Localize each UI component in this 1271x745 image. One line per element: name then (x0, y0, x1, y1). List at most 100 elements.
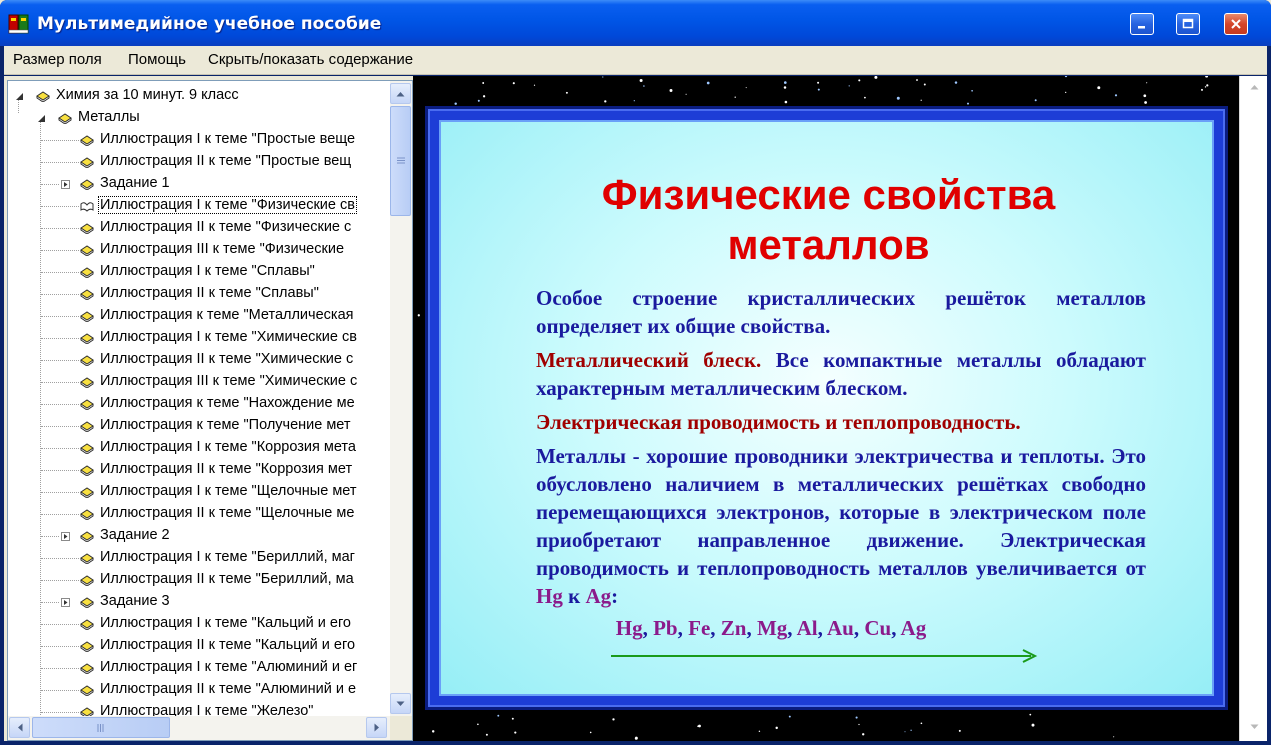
tree-item[interactable]: Иллюстрация I к теме "Алюминий и ег (8, 657, 390, 679)
maximize-button[interactable] (1176, 13, 1200, 35)
book-icon (80, 465, 94, 476)
tree-folder[interactable]: Задание 1 (8, 173, 390, 195)
content-vertical-scrollbar[interactable] (1239, 76, 1267, 741)
contents-tree-panel: Химия за 10 минут. 9 класс Металлы Иллюс… (7, 80, 413, 741)
star-dot (669, 89, 673, 92)
star-dot (512, 82, 515, 85)
tree-item[interactable]: Иллюстрация I к теме "Сплавы" (8, 261, 390, 283)
star-dot (482, 95, 486, 98)
vertical-scroll-thumb[interactable] (390, 106, 411, 216)
minimize-button[interactable] (1130, 13, 1154, 35)
menu-toggle-contents[interactable]: Скрыть/показать содержание (208, 51, 413, 68)
star-dot (417, 314, 420, 317)
tree-item[interactable]: Иллюстрация I к теме "Физические св (8, 195, 390, 217)
contents-tree[interactable]: Химия за 10 минут. 9 класс Металлы Иллюс… (8, 81, 390, 716)
arrow-left-icon (17, 723, 22, 732)
tree-item[interactable]: Иллюстрация II к теме "Щелочные ме (8, 503, 390, 525)
book-icon (80, 135, 94, 146)
tree-item[interactable]: Иллюстрация I к теме "Кальций и его (8, 613, 390, 635)
tree-vertical-scrollbar[interactable] (390, 81, 412, 716)
star-dot (1206, 84, 1209, 87)
tree-item-label: Иллюстрация II к теме "Химические с (100, 351, 354, 367)
window-title: Мультимедийное учебное пособие (37, 14, 382, 34)
tree-item[interactable]: Иллюстрация III к теме "Химические с (8, 371, 390, 393)
tree-item-label: Иллюстрация II к теме "Кальций и его (100, 637, 356, 653)
arrow-right-icon (611, 649, 1038, 663)
tree-item-label: Иллюстрация I к теме "Алюминий и ег (100, 659, 358, 675)
menu-help[interactable]: Помощь (128, 51, 186, 68)
scroll-right-button[interactable] (366, 717, 387, 738)
scroll-up-button[interactable] (390, 83, 411, 104)
element-symbol: Ag (900, 616, 927, 640)
tree-item[interactable]: Иллюстрация II к теме "Простые вещ (8, 151, 390, 173)
tree-line (41, 294, 79, 295)
star-dot (698, 724, 701, 728)
tree-item-label: Иллюстрация I к теме "Простые веще (100, 131, 356, 147)
tree-item[interactable]: Иллюстрация II к теме "Кальций и его (8, 635, 390, 657)
menu-field-size[interactable]: Размер поля (13, 51, 102, 68)
from-element: Hg (536, 584, 563, 608)
star-dot (482, 82, 485, 84)
horizontal-scroll-thumb[interactable] (32, 717, 170, 738)
tree-folder[interactable]: Задание 2 (8, 525, 390, 547)
star-dot (971, 89, 973, 92)
element-symbol: Pb (653, 616, 678, 640)
tree-item[interactable]: Иллюстрация I к теме "Коррозия мета (8, 437, 390, 459)
tree-folder[interactable]: Задание 3 (8, 591, 390, 613)
star-dot (817, 81, 820, 84)
tree-item[interactable]: Иллюстрация к теме "Металлическая (8, 305, 390, 327)
expand-icon[interactable] (61, 180, 70, 189)
tree-item-label: Задание 1 (100, 175, 170, 191)
expand-icon[interactable] (61, 532, 70, 541)
tree-line (41, 536, 59, 537)
arrow-up-icon (1250, 85, 1259, 90)
tree-item[interactable]: Иллюстрация I к теме "Бериллий, маг (8, 547, 390, 569)
tree-item-label: Иллюстрация I к теме "Бериллий, маг (100, 549, 355, 565)
tree-item[interactable]: Иллюстрация II к теме "Сплавы" (8, 283, 390, 305)
scroll-down-button[interactable] (390, 693, 411, 714)
tree-line (41, 602, 59, 603)
tree-item[interactable]: Иллюстрация II к теме "Алюминий и е (8, 679, 390, 701)
star-dot (1034, 99, 1037, 102)
close-button[interactable] (1224, 13, 1248, 35)
tree-line (41, 184, 59, 185)
star-dot (958, 729, 961, 732)
series-separator: , (817, 616, 827, 640)
title-bar[interactable]: Мультимедийное учебное пособие (0, 0, 1271, 46)
to-element: Ag (585, 584, 612, 608)
star-dot (639, 78, 643, 83)
book-icon (80, 421, 94, 432)
tree-section[interactable]: Металлы (8, 107, 390, 129)
expand-icon[interactable] (61, 598, 70, 607)
tree-item[interactable]: Иллюстрация II к теме "Коррозия мет (8, 459, 390, 481)
scrollbar-corner (390, 716, 412, 740)
tree-item[interactable]: Иллюстрация II к теме "Физические с (8, 217, 390, 239)
tree-root[interactable]: Химия за 10 минут. 9 класс (8, 85, 390, 107)
tree-item[interactable]: Иллюстрация I к теме "Простые веще (8, 129, 390, 151)
slide-frame: Физические свойства металлов Особое стро… (428, 109, 1225, 707)
element-symbol: Hg (615, 616, 643, 640)
tree-item[interactable]: Иллюстрация к теме "Получение мет (8, 415, 390, 437)
star-dot (784, 100, 788, 104)
star-dot (454, 102, 457, 105)
tree-item-label: Иллюстрация I к теме "Сплавы" (100, 263, 315, 279)
star-dot (858, 723, 860, 726)
tree-horizontal-scrollbar[interactable] (8, 716, 390, 740)
tree-item[interactable]: Иллюстрация III к теме "Физические (8, 239, 390, 261)
tree-item[interactable]: Иллюстрация II к теме "Химические с (8, 349, 390, 371)
tree-item[interactable]: Иллюстрация I к теме "Железо" (8, 701, 390, 716)
tree-line (41, 580, 79, 581)
star-dot (734, 96, 736, 98)
tree-item[interactable]: Иллюстрация I к теме "Щелочные мет (8, 481, 390, 503)
book-icon (80, 663, 94, 674)
conductivity-text: Металлы - хорошие проводники электричест… (536, 444, 1146, 580)
tree-item-label: Иллюстрация III к теме "Физические (100, 241, 345, 257)
star-dot (431, 730, 435, 733)
tree-item[interactable]: Иллюстрация II к теме "Бериллий, ма (8, 569, 390, 591)
star-dot (589, 731, 592, 734)
star-dot (923, 83, 926, 86)
tree-item[interactable]: Иллюстрация I к теме "Химические св (8, 327, 390, 349)
tree-line (41, 448, 79, 449)
tree-item[interactable]: Иллюстрация к теме "Нахождение ме (8, 393, 390, 415)
scroll-left-button[interactable] (9, 717, 30, 738)
